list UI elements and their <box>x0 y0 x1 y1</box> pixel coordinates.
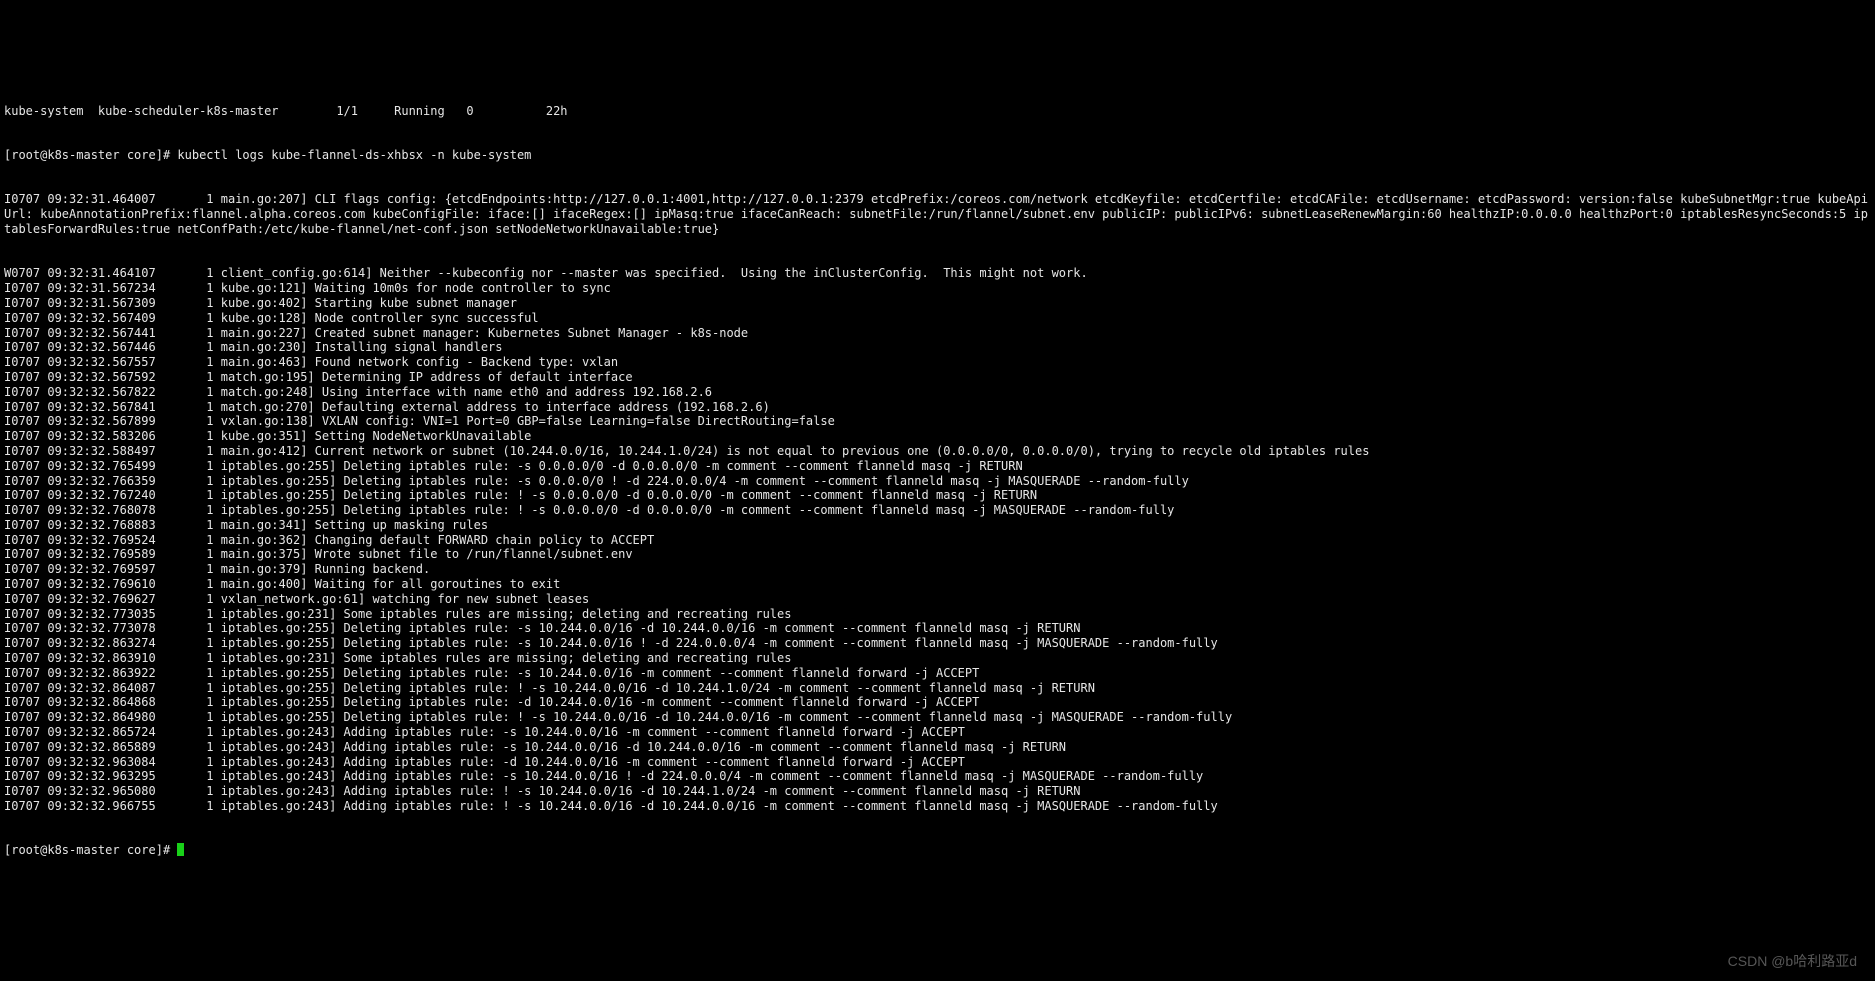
log-line: I0707 09:32:32.588497 1 main.go:412] Cur… <box>4 444 1871 459</box>
log-line: I0707 09:32:32.864980 1 iptables.go:255]… <box>4 710 1871 725</box>
log-line: I0707 09:32:32.863922 1 iptables.go:255]… <box>4 666 1871 681</box>
log-line: I0707 09:32:32.769627 1 vxlan_network.go… <box>4 592 1871 607</box>
log-line: I0707 09:32:32.863274 1 iptables.go:255]… <box>4 636 1871 651</box>
terminal-header-line: kube-system kube-scheduler-k8s-master 1/… <box>4 104 1871 119</box>
log-line: I0707 09:32:32.567557 1 main.go:463] Fou… <box>4 355 1871 370</box>
log-output-block: W0707 09:32:31.464107 1 client_config.go… <box>4 266 1871 813</box>
watermark-text: CSDN @b哈利路亚d <box>1728 954 1857 969</box>
shell-command-line: [root@k8s-master core]# kubectl logs kub… <box>4 148 1871 163</box>
log-line: I0707 09:32:32.567592 1 match.go:195] De… <box>4 370 1871 385</box>
terminal-window[interactable]: kube-system kube-scheduler-k8s-master 1/… <box>0 74 1875 877</box>
log-line: I0707 09:32:32.769524 1 main.go:362] Cha… <box>4 533 1871 548</box>
log-line: I0707 09:32:32.567409 1 kube.go:128] Nod… <box>4 311 1871 326</box>
log-line: I0707 09:32:32.963084 1 iptables.go:243]… <box>4 755 1871 770</box>
log-line: I0707 09:32:32.773035 1 iptables.go:231]… <box>4 607 1871 622</box>
log-line: I0707 09:32:31.567234 1 kube.go:121] Wai… <box>4 281 1871 296</box>
log-line: W0707 09:32:31.464107 1 client_config.go… <box>4 266 1871 281</box>
log-line: I0707 09:32:32.773078 1 iptables.go:255]… <box>4 621 1871 636</box>
log-line: I0707 09:32:32.863910 1 iptables.go:231]… <box>4 651 1871 666</box>
log-line: I0707 09:32:32.965080 1 iptables.go:243]… <box>4 784 1871 799</box>
log-line: I0707 09:32:32.864868 1 iptables.go:255]… <box>4 695 1871 710</box>
log-line: I0707 09:32:32.768883 1 main.go:341] Set… <box>4 518 1871 533</box>
log-line: I0707 09:32:32.865889 1 iptables.go:243]… <box>4 740 1871 755</box>
log-line: I0707 09:32:32.769597 1 main.go:379] Run… <box>4 562 1871 577</box>
log-line: I0707 09:32:32.567822 1 match.go:248] Us… <box>4 385 1871 400</box>
shell-prompt-idle[interactable]: [root@k8s-master core]# <box>4 843 1871 858</box>
terminal-cursor <box>177 843 184 856</box>
log-line: I0707 09:32:32.567899 1 vxlan.go:138] VX… <box>4 414 1871 429</box>
log-line: I0707 09:32:32.963295 1 iptables.go:243]… <box>4 769 1871 784</box>
log-line: I0707 09:32:32.769610 1 main.go:400] Wai… <box>4 577 1871 592</box>
log-line: I0707 09:32:32.583206 1 kube.go:351] Set… <box>4 429 1871 444</box>
log-line: I0707 09:32:32.768078 1 iptables.go:255]… <box>4 503 1871 518</box>
log-line: I0707 09:32:31.567309 1 kube.go:402] Sta… <box>4 296 1871 311</box>
log-line: I0707 09:32:32.767240 1 iptables.go:255]… <box>4 488 1871 503</box>
log-line: I0707 09:32:32.864087 1 iptables.go:255]… <box>4 681 1871 696</box>
log-line: I0707 09:32:32.766359 1 iptables.go:255]… <box>4 474 1871 489</box>
log-line: I0707 09:32:32.769589 1 main.go:375] Wro… <box>4 547 1871 562</box>
log-line: I0707 09:32:32.567441 1 main.go:227] Cre… <box>4 326 1871 341</box>
prompt-text: [root@k8s-master core]# <box>4 843 177 857</box>
log-line: I0707 09:32:32.567446 1 main.go:230] Ins… <box>4 340 1871 355</box>
cli-flags-log-line: I0707 09:32:31.464007 1 main.go:207] CLI… <box>4 192 1871 236</box>
log-line: I0707 09:32:32.966755 1 iptables.go:243]… <box>4 799 1871 814</box>
log-line: I0707 09:32:32.765499 1 iptables.go:255]… <box>4 459 1871 474</box>
log-line: I0707 09:32:32.567841 1 match.go:270] De… <box>4 400 1871 415</box>
log-line: I0707 09:32:32.865724 1 iptables.go:243]… <box>4 725 1871 740</box>
